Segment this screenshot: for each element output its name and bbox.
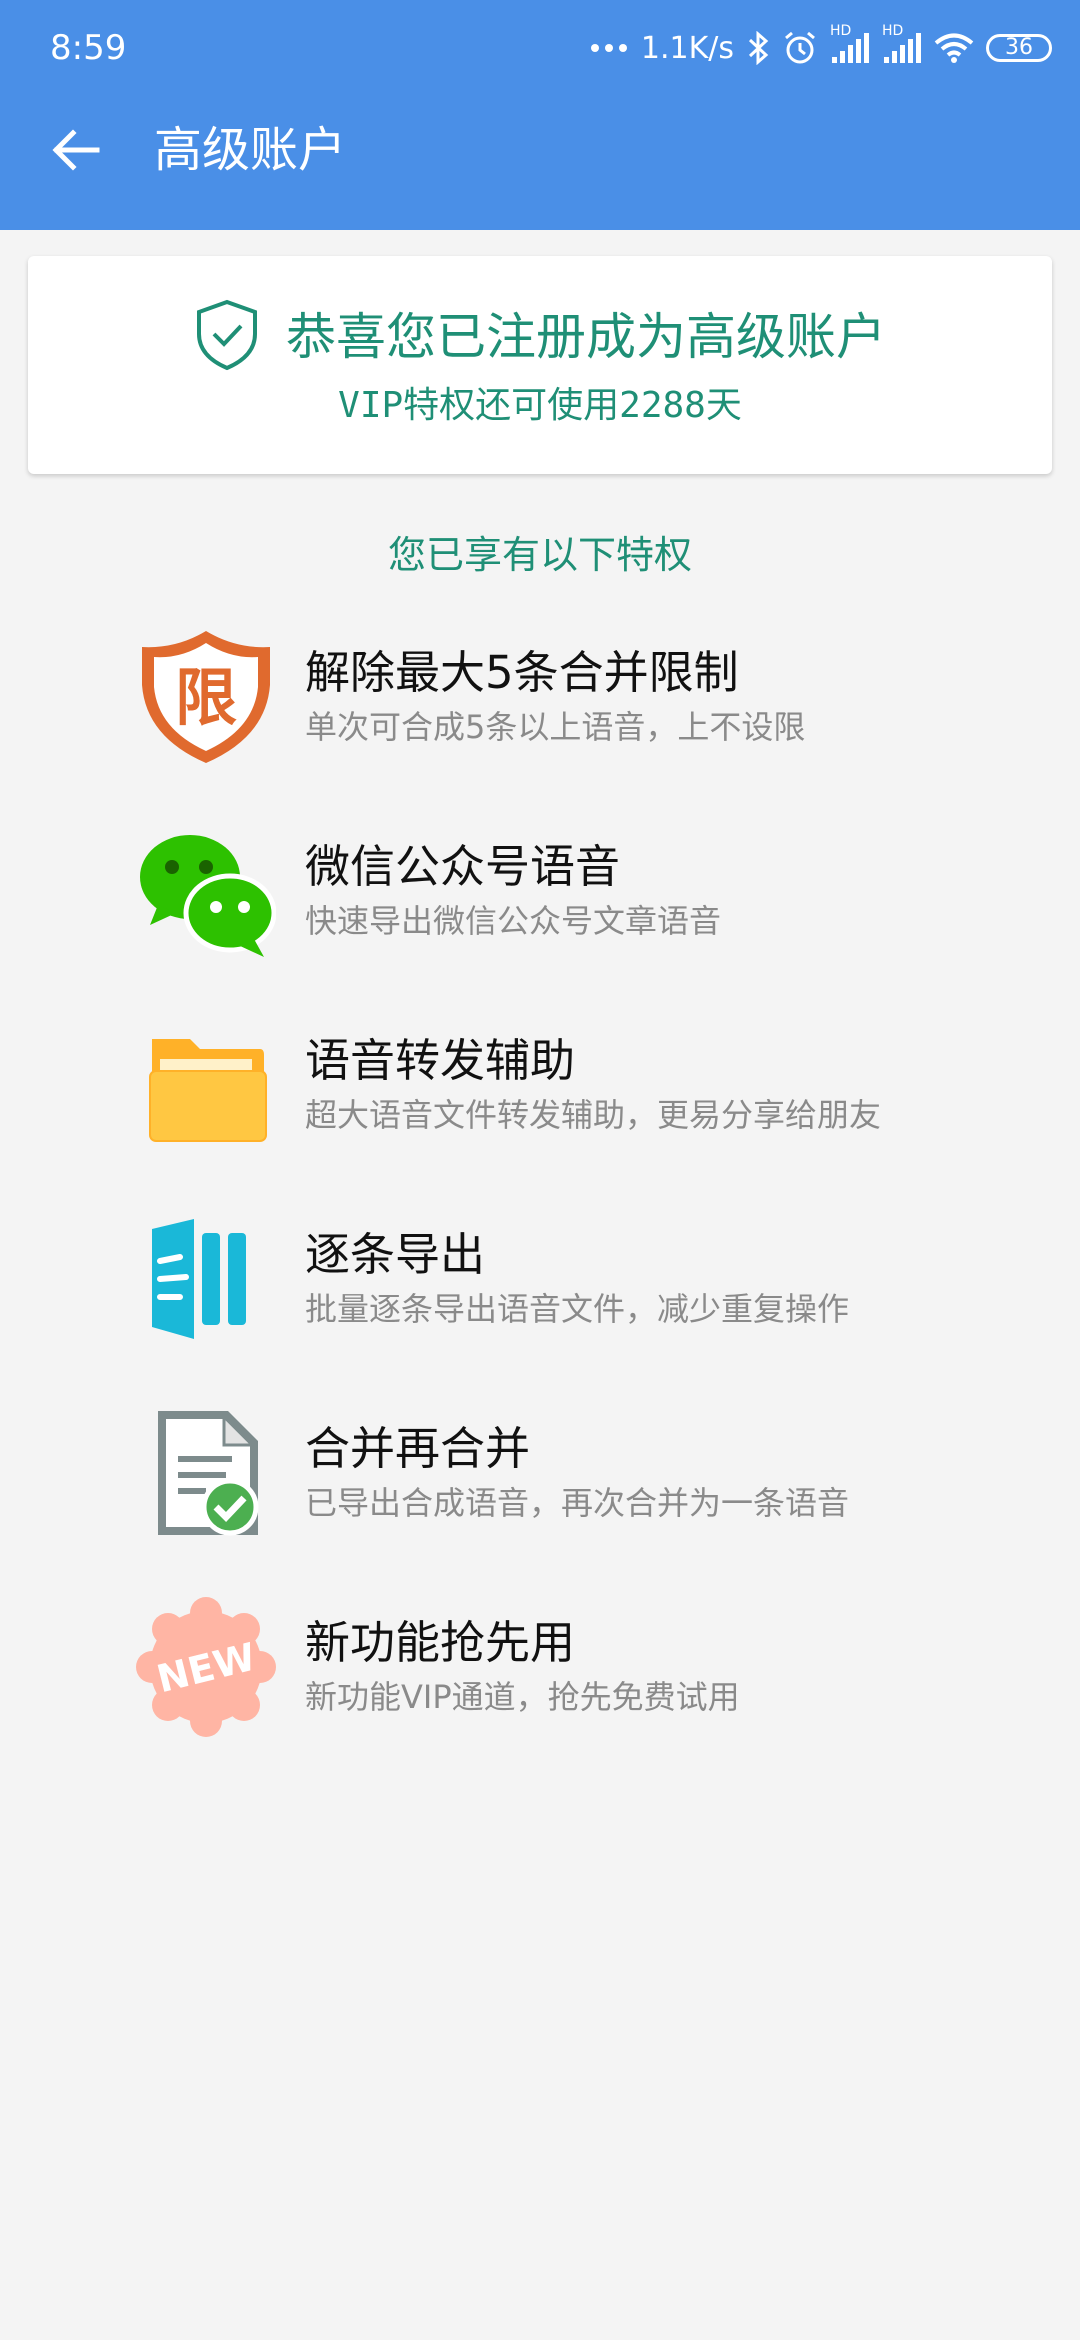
feature-item-batch-export: 逐条导出 批量逐条导出语音文件，减少重复操作 — [0, 1204, 1080, 1354]
bluetooth-icon — [746, 31, 770, 65]
export-bars-icon — [136, 1209, 276, 1349]
battery-icon: 36 — [986, 34, 1052, 62]
hd-label: HD — [830, 23, 852, 39]
vip-headline-row: 恭喜您已注册成为高级账户 — [28, 298, 1052, 376]
wechat-icon — [136, 821, 276, 961]
signal-icon: HD — [882, 23, 922, 65]
status-bar-right: 1.1K/s HD HD 36 — [589, 23, 1052, 72]
limit-icon-text: 限 — [175, 661, 237, 734]
vip-status-card: 恭喜您已注册成为高级账户 VIP特权还可使用2288天 — [28, 256, 1052, 474]
signal-icon: HD — [830, 23, 870, 65]
feature-item-wechat-voice: 微信公众号语音 快速导出微信公众号文章语音 — [0, 816, 1080, 966]
app-header: 8:59 1.1K/s HD HD 36 高级账户 — [0, 0, 1080, 230]
limit-shield-icon: 限 — [136, 627, 276, 767]
arrow-left-icon — [52, 129, 100, 171]
folder-icon — [136, 1015, 276, 1155]
feature-desc: 批量逐条导出语音文件，减少重复操作 — [305, 1290, 850, 1328]
privileges-section-title: 您已享有以下特权 — [387, 533, 692, 577]
battery-level: 36 — [1005, 35, 1033, 60]
feature-item-merge-limit: 限 解除最大5条合并限制 单次可合成5条以上语音，上不设限 — [0, 622, 1080, 772]
feature-title: 微信公众号语音 — [305, 840, 621, 893]
network-speed: 1.1K/s — [640, 30, 734, 66]
feature-item-merge-again: 合并再合并 已导出合成语音，再次合并为一条语音 — [0, 1398, 1080, 1548]
feature-item-forward-assist: 语音转发辅助 超大语音文件转发辅助，更易分享给朋友 — [0, 1010, 1080, 1160]
feature-title: 语音转发辅助 — [305, 1034, 576, 1087]
new-badge-icon: NEW — [136, 1597, 276, 1737]
feature-title: 新功能抢先用 — [305, 1616, 576, 1669]
feature-desc: 超大语音文件转发辅助，更易分享给朋友 — [305, 1096, 882, 1134]
feature-desc: 已导出合成语音，再次合并为一条语音 — [305, 1484, 850, 1522]
dots-icon — [589, 42, 629, 54]
feature-title: 合并再合并 — [305, 1422, 531, 1475]
hd-label: HD — [882, 23, 904, 39]
back-button[interactable] — [44, 118, 108, 182]
vip-remaining-days: VIP特权还可使用2288天 — [338, 385, 742, 426]
shield-check-icon — [194, 298, 260, 376]
wifi-icon — [934, 32, 974, 64]
status-time: 8:59 — [50, 28, 127, 68]
feature-title: 逐条导出 — [305, 1228, 486, 1281]
page-title: 高级账户 — [154, 122, 347, 178]
feature-title: 解除最大5条合并限制 — [305, 646, 739, 699]
feature-desc: 单次可合成5条以上语音，上不设限 — [305, 708, 806, 746]
alarm-icon — [782, 30, 818, 66]
app-bar: 高级账户 — [0, 100, 1080, 200]
feature-desc: 新功能VIP通道，抢先免费试用 — [305, 1678, 740, 1716]
document-check-icon — [136, 1403, 276, 1543]
vip-headline: 恭喜您已注册成为高级账户 — [286, 308, 886, 366]
feature-item-new-features: NEW 新功能抢先用 新功能VIP通道，抢先免费试用 — [0, 1592, 1080, 1742]
feature-desc: 快速导出微信公众号文章语音 — [305, 902, 722, 940]
